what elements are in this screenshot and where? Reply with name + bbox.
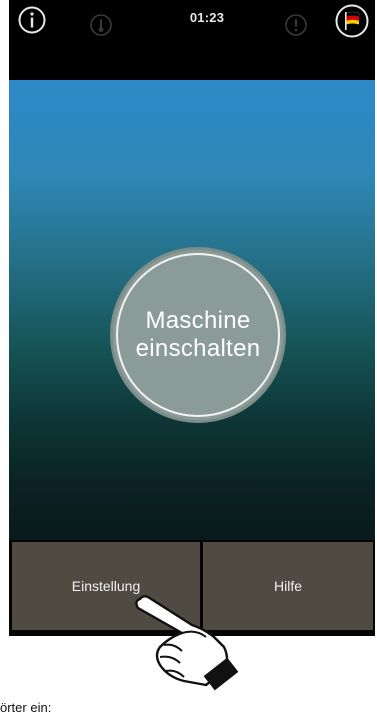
power-on-button[interactable]: Maschine einschalten	[113, 250, 283, 420]
device-screen: 01:23 Maschine einschalten Einstellung H…	[9, 0, 375, 636]
status-time: 01:23	[189, 10, 225, 25]
pointing-hand-icon	[135, 595, 239, 691]
status-bar: 01:23	[9, 0, 375, 80]
power-button-label: Maschine einschalten	[135, 307, 261, 362]
language-flag-icon[interactable]	[335, 4, 369, 38]
thermometer-icon[interactable]	[90, 14, 112, 36]
warning-icon[interactable]	[285, 14, 307, 36]
help-button-label: Hilfe	[273, 578, 302, 594]
main-area: Maschine einschalten	[9, 80, 375, 540]
caption-text: örter ein:	[0, 700, 52, 715]
info-icon[interactable]	[18, 6, 46, 34]
